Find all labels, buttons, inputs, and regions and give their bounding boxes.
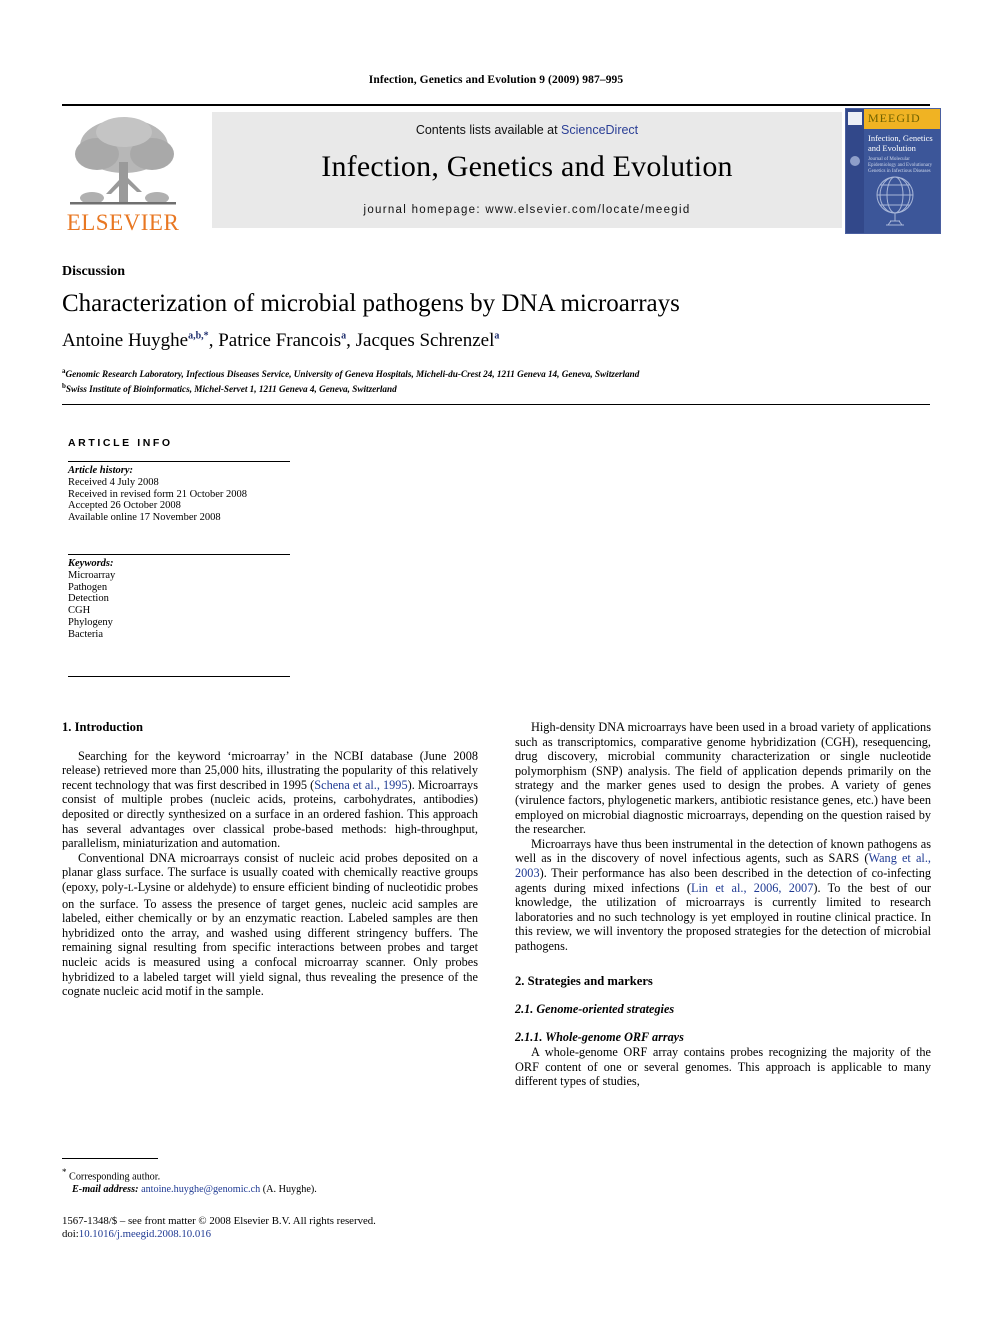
doi-link[interactable]: 10.1016/j.meegid.2008.10.016 bbox=[79, 1228, 211, 1240]
email-label: E-mail address: bbox=[72, 1183, 139, 1195]
citation-link-lin[interactable]: Lin et al., 2006, 2007 bbox=[691, 881, 813, 895]
cover-dot-icon bbox=[850, 156, 860, 166]
keyword-item: Bacteria bbox=[68, 628, 103, 640]
footnote-divider bbox=[62, 1158, 158, 1159]
page-title: Characterization of microbial pathogens … bbox=[62, 290, 680, 317]
running-head: Infection, Genetics and Evolution 9 (200… bbox=[368, 74, 624, 86]
info-divider-top bbox=[68, 461, 290, 462]
section-heading-strategies: 2. Strategies and markers bbox=[515, 973, 653, 988]
journal-title: Infection, Genetics and Evolution bbox=[321, 150, 733, 183]
info-divider-middle bbox=[68, 554, 290, 555]
paragraph-orf: A whole-genome ORF array contains probes… bbox=[515, 1045, 931, 1089]
email-link[interactable]: antoine.huyghe@genomic.ch bbox=[141, 1184, 260, 1195]
cover-left-rail bbox=[846, 109, 864, 233]
paragraph-right-2: Microarrays have thus been instrumental … bbox=[515, 837, 931, 954]
journal-panel: Contents lists available at ScienceDirec… bbox=[212, 112, 842, 228]
author-sup-3: a bbox=[494, 330, 500, 342]
keyword-item: Microarray bbox=[68, 569, 116, 581]
footnote-block: * Corresponding author. E-mail address: … bbox=[62, 1166, 482, 1196]
article-info-label: ARTICLE INFO bbox=[68, 437, 173, 449]
email-suffix: (A. Huyghe). bbox=[260, 1183, 317, 1195]
journal-cover-thumbnail[interactable]: MEEGID Infection, Genetics and Evolution… bbox=[845, 108, 941, 234]
corresponding-author-label: Corresponding author. bbox=[69, 1171, 161, 1183]
elsevier-logo: ELSEVIER bbox=[62, 110, 184, 235]
doi-line: doi:10.1016/j.meegid.2008.10.016 bbox=[62, 1228, 492, 1241]
globe-icon bbox=[876, 176, 914, 226]
cover-elsevier-icon bbox=[848, 112, 862, 125]
citation-link-schena[interactable]: Schena et al., 1995 bbox=[314, 778, 407, 792]
author-name-1: Antoine Huyghe bbox=[62, 330, 189, 351]
corresponding-author-marker: * bbox=[62, 1167, 67, 1177]
keyword-item: CGH bbox=[68, 605, 91, 617]
author-list: Antoine Huyghea,b,*, Patrice Francoisa, … bbox=[62, 330, 500, 351]
article-history-item: Available online 17 November 2008 bbox=[68, 512, 221, 524]
affiliation-a: aGenomic Research Laboratory, Infectious… bbox=[62, 365, 922, 380]
affiliation-list: aGenomic Research Laboratory, Infectious… bbox=[62, 365, 922, 396]
body-column-right: High-density DNA microarrays have been u… bbox=[515, 720, 931, 1089]
contents-available-line: Contents lists available at ScienceDirec… bbox=[212, 123, 842, 137]
journal-masthead: ELSEVIER Contents lists available at Sci… bbox=[62, 104, 941, 235]
author-name-3: Jacques Schrenzel bbox=[355, 330, 495, 351]
affiliation-text-b: Swiss Institute of Bioinformatics, Miche… bbox=[65, 384, 397, 395]
article-history-item: Received 4 July 2008 bbox=[68, 476, 159, 488]
author-sup-1: a,b,* bbox=[188, 330, 209, 342]
section-heading-introduction: 1. Introduction bbox=[62, 720, 143, 734]
subsubsection-heading-orf-arrays: 2.1.1. Whole-genome ORF arrays bbox=[515, 1029, 684, 1044]
affiliation-text-a: Genomic Research Laboratory, Infectious … bbox=[65, 369, 640, 380]
article-history: Article history: Received 4 July 2008 Re… bbox=[68, 465, 308, 524]
contents-prefix: Contents lists available at bbox=[415, 123, 562, 137]
journal-homepage[interactable]: journal homepage: www.elsevier.com/locat… bbox=[212, 204, 842, 216]
article-type: Discussion bbox=[62, 264, 126, 279]
article-history-header: Article history: bbox=[68, 465, 134, 476]
body-column-left: 1. Introduction Searching for the keywor… bbox=[62, 720, 478, 999]
paragraph-intro-2: Conventional DNA microarrays consist of … bbox=[62, 851, 478, 999]
cover-title: Infection, Genetics and Evolution bbox=[868, 133, 933, 153]
keyword-item: Phylogeny bbox=[68, 616, 113, 628]
copyright-block: 1567-1348/$ – see front matter © 2008 El… bbox=[62, 1215, 492, 1242]
author-sup-2: a bbox=[341, 330, 347, 342]
subsection-heading-genome-oriented: 2.1. Genome-oriented strategies bbox=[515, 1002, 675, 1017]
paragraph-text: -Lysine or aldehyde) to ensure efficient… bbox=[62, 879, 478, 999]
corresponding-author-note: * Corresponding author. bbox=[62, 1166, 482, 1184]
header-divider bbox=[62, 404, 930, 405]
article-history-item: Accepted 26 October 2008 bbox=[68, 500, 181, 512]
doi-label: doi: bbox=[62, 1228, 79, 1241]
paragraph-right-1: High-density DNA microarrays have been u… bbox=[515, 720, 931, 837]
copyright-line: 1567-1348/$ – see front matter © 2008 El… bbox=[62, 1215, 376, 1227]
article-history-item: Received in revised form 21 October 2008 bbox=[68, 488, 248, 500]
paper-page: Infection, Genetics and Evolution 9 (200… bbox=[0, 0, 992, 1323]
affiliation-b: bSwiss Institute of Bioinformatics, Mich… bbox=[62, 380, 922, 395]
keyword-item: Pathogen bbox=[68, 581, 108, 593]
keyword-item: Detection bbox=[68, 593, 109, 605]
elsevier-tree-icon bbox=[70, 117, 176, 205]
author-name-2: Patrice Francois bbox=[218, 330, 342, 351]
elsevier-wordmark: ELSEVIER bbox=[66, 210, 180, 235]
keyword-list: Keywords: Microarray Pathogen Detection … bbox=[68, 558, 308, 641]
keywords-header: Keywords: bbox=[68, 558, 114, 569]
paragraph-intro-1: Searching for the keyword ‘microarray’ i… bbox=[62, 749, 478, 851]
info-divider-bottom bbox=[68, 676, 290, 677]
cover-banner-text: MEEGID bbox=[868, 111, 921, 125]
email-note: E-mail address: antoine.huyghe@genomic.c… bbox=[62, 1184, 482, 1196]
sciencedirect-link[interactable]: ScienceDirect bbox=[561, 123, 638, 137]
